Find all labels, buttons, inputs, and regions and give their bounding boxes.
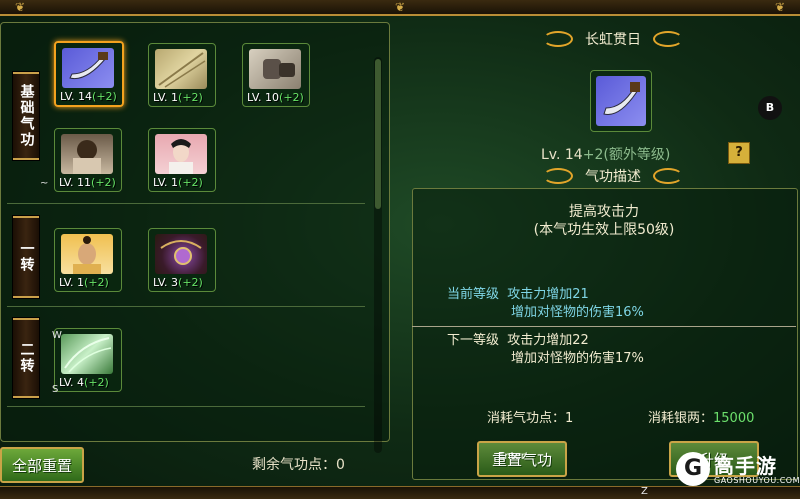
- ornament-icon: ❦: [394, 0, 406, 14]
- skill-tile[interactable]: LV. 1(+2): [148, 128, 216, 192]
- help-button[interactable]: ?: [728, 142, 750, 164]
- key-hint-enter: Enter: [498, 451, 525, 462]
- swirl-ornament-icon: [653, 31, 683, 47]
- key-hint-tilde: ~: [40, 178, 49, 189]
- skill-tile[interactable]: LV. 14(+2): [54, 41, 124, 107]
- scroll-icon: [155, 49, 207, 89]
- monk-icon: [61, 234, 113, 274]
- swordsman-icon: [155, 134, 207, 174]
- skill-level: LV. 3(+2): [153, 276, 203, 289]
- ornament-icon: ❦: [774, 0, 786, 14]
- skill-effect-summary: 提高攻击力 (本气功生效上限50级): [533, 204, 675, 238]
- skill-level: LV. 10(+2): [247, 91, 304, 104]
- key-hint-s: S: [52, 384, 59, 395]
- key-hint-z: Z: [641, 486, 648, 497]
- skill-level: LV. 14(+2): [60, 90, 117, 103]
- section-divider: [7, 306, 365, 307]
- fist-icon: [249, 49, 301, 89]
- orb-icon: [155, 234, 207, 274]
- skill-tile[interactable]: LV. 11(+2): [54, 128, 122, 192]
- skill-tile[interactable]: LV. 1(+2): [54, 228, 122, 292]
- cost-points: 消耗气功点：1: [487, 411, 574, 426]
- swirl-ornament-icon: [543, 168, 573, 184]
- swirl-ornament-icon: [653, 168, 683, 184]
- dagger-icon: [62, 48, 114, 88]
- reset-all-button[interactable]: 全部重置: [0, 447, 84, 483]
- key-hint-w: W: [52, 330, 62, 341]
- skill-tile[interactable]: LV. 3(+2): [148, 228, 216, 292]
- watermark-name: 高手游: [714, 454, 777, 478]
- category-first-turn[interactable]: 一转: [13, 216, 39, 298]
- ornament-icon: ❦: [14, 0, 26, 14]
- category-basic[interactable]: 基础气功: [13, 72, 39, 160]
- watermark: G 高手游 GAOSHOUYOU.COM: [676, 448, 800, 492]
- swirl-ornament-icon: [543, 31, 573, 47]
- skill-tile[interactable]: LV. 4(+2): [54, 328, 122, 392]
- selected-skill-icon-frame: [590, 70, 652, 132]
- current-level-info: 当前等级 攻击力增加21 增加对怪物的伤害16%: [447, 287, 644, 320]
- category-second-turn[interactable]: 二转: [13, 318, 39, 398]
- skill-tile[interactable]: LV. 1(+2): [148, 43, 216, 107]
- cost-silver: 消耗银两：15000: [648, 411, 755, 426]
- description-header: 气功描述: [543, 166, 683, 186]
- skill-level: LV. 1(+2): [153, 176, 203, 189]
- selected-skill-level: Lv. 14+2(额外等级): [541, 147, 671, 163]
- skill-list-scrollbar[interactable]: [374, 57, 382, 453]
- skill-name-header: 长虹贯日: [543, 29, 683, 49]
- key-hint-b: B: [758, 96, 782, 120]
- skill-level: LV. 4(+2): [59, 376, 109, 389]
- top-frame: ❦ ❦ ❦: [0, 0, 800, 16]
- warrior-back-icon: [61, 134, 113, 174]
- skill-name: 长虹贯日: [585, 32, 641, 48]
- watermark-url: GAOSHOUYOU.COM: [714, 476, 800, 485]
- description-title: 气功描述: [585, 169, 641, 185]
- watermark-logo-icon: G: [676, 452, 710, 486]
- section-divider: [7, 203, 365, 204]
- skill-level: LV. 1(+2): [153, 91, 203, 104]
- dagger-icon: [596, 76, 646, 126]
- skill-level: LV. 1(+2): [59, 276, 109, 289]
- skill-level: LV. 11(+2): [59, 176, 116, 189]
- remaining-points: 剩余气功点：0: [252, 457, 345, 473]
- section-divider: [7, 406, 365, 407]
- next-level-info: 下一等级 攻击力增加22 增加对怪物的伤害17%: [447, 333, 644, 366]
- divider: [412, 326, 796, 327]
- skill-tile[interactable]: LV. 10(+2): [242, 43, 310, 107]
- wind-icon: [61, 334, 113, 374]
